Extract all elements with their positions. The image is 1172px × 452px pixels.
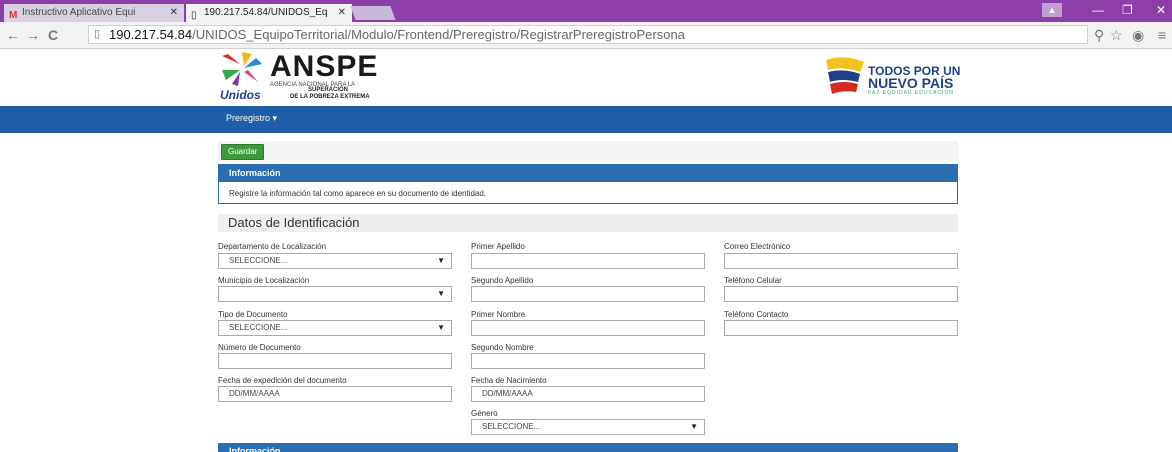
forward-icon[interactable]: → — [26, 26, 40, 44]
nav-preregistro-dropdown[interactable]: Preregistro ▾ — [226, 113, 277, 124]
primer-apellido-input[interactable] — [471, 253, 705, 269]
municipio-select[interactable]: ▼ — [218, 286, 452, 302]
departamento-label: Departamento de Localización — [218, 242, 327, 251]
tipo-documento-value: SELECCIONE... — [229, 323, 288, 332]
correo-input[interactable] — [724, 253, 958, 269]
municipio-label: Municipio de Localización — [218, 276, 310, 285]
telefono-celular-input[interactable] — [724, 286, 958, 302]
info-panel-title: Información — [219, 165, 957, 182]
dropdown-arrow-icon: ▼ — [437, 256, 445, 265]
tpnp-line3: PAZ EQUIDAD EDUCACIÓN — [868, 90, 954, 96]
tipo-documento-select[interactable]: SELECCIONE... ▼ — [218, 320, 452, 336]
segundo-nombre-label: Segundo Nombre — [471, 343, 534, 352]
info-panel: Información Registre la información tal … — [218, 164, 958, 204]
correo-label: Correo Electrónico — [724, 242, 791, 251]
gmail-icon: M — [9, 10, 18, 21]
genero-value: SELECCIONE... — [482, 422, 541, 431]
bookmark-star-icon[interactable]: ☆ — [1110, 26, 1123, 44]
restore-icon[interactable]: ❐ — [1122, 2, 1133, 18]
fecha-expedicion-label: Fecha de expedición del documento — [218, 376, 347, 385]
tab-label: Instructivo Aplicativo Equi — [22, 7, 136, 18]
close-icon[interactable]: ✕ — [338, 4, 346, 22]
tipo-documento-label: Tipo de Documento — [218, 310, 288, 319]
close-window-icon[interactable]: ✕ — [1156, 2, 1166, 18]
numero-documento-input[interactable] — [218, 353, 452, 369]
telefono-celular-label: Teléfono Celular — [724, 276, 782, 285]
segundo-nombre-input[interactable] — [471, 353, 705, 369]
anspe-logo: ANSPE AGENCIA NACIONAL PARA LA SUPERACIÓ… — [218, 50, 388, 102]
section-title: Datos de Identificación — [218, 214, 958, 232]
zoom-icon[interactable]: ⚲ — [1094, 26, 1104, 44]
menu-icon[interactable]: ≡ — [1158, 26, 1166, 44]
primer-nombre-input[interactable] — [471, 320, 705, 336]
close-icon[interactable]: ✕ — [170, 4, 178, 22]
fecha-expedicion-input[interactable]: DD/MM/AAAA — [218, 386, 452, 402]
departamento-select[interactable]: SELECCIONE... ▼ — [218, 253, 452, 269]
page-icon: ▯ — [191, 10, 197, 21]
fecha-nacimiento-placeholder: DD/MM/AAAA — [482, 389, 533, 398]
url-path: /UNIDOS_EquipoTerritorial/Modulo/Fronten… — [192, 27, 685, 42]
page-info-icon[interactable]: ▯ — [94, 26, 100, 43]
url-host: 190.217.54.84 — [109, 27, 193, 42]
dropdown-arrow-icon: ▼ — [437, 289, 445, 298]
anspe-subtitle-2: SUPERACIÓN — [308, 87, 349, 93]
minimize-icon[interactable]: — — [1092, 2, 1104, 18]
fecha-nacimiento-label: Fecha de Nacimiento — [471, 376, 547, 385]
fecha-expedicion-placeholder: DD/MM/AAAA — [229, 389, 280, 398]
primer-apellido-label: Primer Apellido — [471, 242, 525, 251]
unidos-wordmark: Unidos — [220, 88, 261, 102]
telefono-contacto-label: Teléfono Contacto — [724, 310, 789, 319]
fecha-nacimiento-input[interactable]: DD/MM/AAAA — [471, 386, 705, 402]
info-panel-2-title: Información — [219, 444, 957, 452]
numero-documento-label: Número de Documento — [218, 343, 301, 352]
back-icon[interactable]: ← — [6, 26, 20, 44]
reload-icon[interactable]: C — [48, 26, 58, 44]
info-panel-message: Registre la información tal como aparece… — [229, 189, 487, 198]
url-input[interactable]: ▯ 190.217.54.84/UNIDOS_EquipoTerritorial… — [88, 25, 1088, 44]
primer-nombre-label: Primer Nombre — [471, 310, 526, 319]
new-tab-button[interactable] — [350, 6, 396, 20]
departamento-value: SELECCIONE... — [229, 256, 288, 265]
anspe-star-icon — [222, 52, 262, 86]
info-panel-2: Información — [218, 443, 958, 452]
form-toolbar: Guardar — [218, 141, 958, 161]
browser-tab-unidos[interactable]: ▯ 190.217.54.84/UNIDOS_Eq ✕ — [186, 4, 352, 22]
main-navbar: Preregistro ▾ — [0, 106, 1172, 133]
tpnp-line2: NUEVO PAÍS — [868, 75, 954, 91]
anspe-subtitle-3: DE LA POBREZA EXTREMA — [290, 94, 370, 100]
dropdown-arrow-icon: ▼ — [690, 422, 698, 431]
save-button[interactable]: Guardar — [221, 144, 265, 160]
user-profile-icon[interactable]: ▲ — [1042, 3, 1062, 17]
segundo-apellido-label: Segundo Apellido — [471, 276, 534, 285]
address-bar-row: ← → C ▯ 190.217.54.84/UNIDOS_EquipoTerri… — [0, 22, 1172, 49]
browser-tab-strip: M Instructivo Aplicativo Equi ✕ ▯ 190.21… — [0, 0, 1172, 22]
colombia-flag-icon — [826, 57, 864, 94]
browser-tab-instructivo[interactable]: M Instructivo Aplicativo Equi ✕ — [4, 4, 184, 22]
genero-select[interactable]: SELECCIONE... ▼ — [471, 419, 705, 435]
tab-label: 190.217.54.84/UNIDOS_Eq — [204, 7, 328, 18]
genero-label: Género — [471, 409, 498, 418]
anspe-title: ANSPE — [270, 50, 379, 83]
todos-por-un-nuevo-pais-logo: TODOS POR UN NUEVO PAÍS PAZ EQUIDAD EDUC… — [824, 56, 964, 98]
telefono-contacto-input[interactable] — [724, 320, 958, 336]
segundo-apellido-input[interactable] — [471, 286, 705, 302]
extension-eye-icon[interactable]: ◉ — [1132, 26, 1144, 44]
dropdown-arrow-icon: ▼ — [437, 323, 445, 332]
